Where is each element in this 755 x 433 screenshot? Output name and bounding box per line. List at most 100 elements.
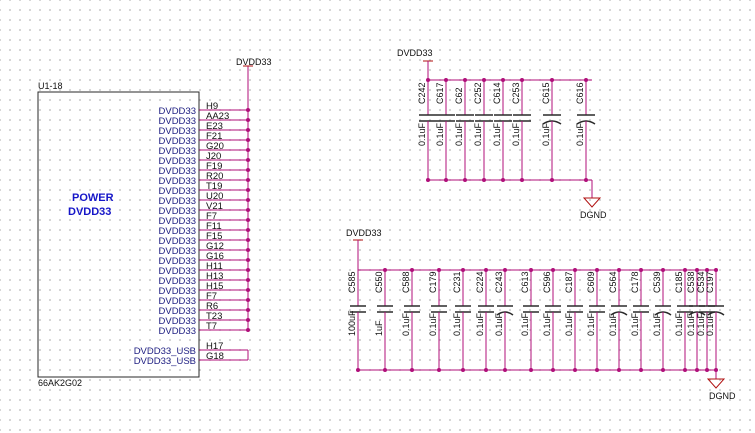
junction-dot <box>573 368 577 372</box>
junction-dot <box>695 368 699 372</box>
junction-dot <box>482 78 486 82</box>
junction-dot <box>501 178 505 182</box>
g1-capacitor[interactable]: C616 0.1uF <box>575 78 596 182</box>
g1-capacitor[interactable]: C242 0.1uF <box>417 78 437 182</box>
junction-dot <box>584 178 588 182</box>
junction-dot <box>695 268 699 272</box>
g2-capacitor[interactable]: C178 0.1uF <box>630 268 649 372</box>
junction-dot <box>617 368 621 372</box>
cap-ref: C243 <box>494 271 504 293</box>
cap-value: 0.1uF <box>674 312 684 336</box>
cap-ref: C231 <box>452 271 462 293</box>
junction-dot <box>383 368 387 372</box>
g2-capacitor[interactable]: C187 0.1uF <box>564 268 583 372</box>
junction-dot <box>683 268 687 272</box>
junction-dot <box>639 268 643 272</box>
junction-dot <box>426 178 430 182</box>
g1-capacitor[interactable]: C615 0.1uF <box>541 78 562 182</box>
junction-dot <box>484 268 488 272</box>
cap-ref: C62 <box>454 87 464 104</box>
g2-capacitor[interactable]: C224 0.1uF <box>475 268 494 372</box>
g2-ground-symbol <box>706 378 726 389</box>
cap-value: 0.1uF <box>575 122 585 146</box>
g1-power-net-label: DVDD33 <box>397 48 433 58</box>
u1-usb-pin-name: DVDD33_USB <box>134 356 196 367</box>
u1-power-net-label: DVDD33 <box>236 57 272 67</box>
g1-capacitor[interactable]: C253 0.1uF <box>511 78 531 182</box>
junction-dot <box>437 368 441 372</box>
cap-ref: C185 <box>674 271 684 293</box>
junction-dot <box>410 268 414 272</box>
cap-value: 0.1uF <box>542 312 552 336</box>
junction-dot <box>461 268 465 272</box>
junction-dot <box>551 368 555 372</box>
cap-value: 0.1uF <box>492 122 502 146</box>
cap-ref: C564 <box>608 271 618 293</box>
g2-capacitor[interactable]: C243 0.1uF <box>494 268 514 372</box>
cap-group-1: DVDD33 DGND C2420.1uFC6170.1uFC620.1uFC2… <box>397 48 607 220</box>
cap-value: 0.1uF <box>494 312 504 336</box>
junction-dot <box>550 178 554 182</box>
junction-dot <box>503 268 507 272</box>
g2-capacitor[interactable]: C231 0.1uF <box>452 268 471 372</box>
cap-value: 0.1uF <box>630 312 640 336</box>
g2-capacitor[interactable]: C539 0.1uF <box>652 268 672 372</box>
cap-ref: C550 <box>374 271 384 293</box>
g2-ground-label: DGND <box>709 391 736 401</box>
g2-capacitor[interactable]: C585 100uF <box>347 270 366 372</box>
g2-capacitor[interactable]: C550 1uF <box>374 268 393 372</box>
u1-ref: U1-18 <box>38 81 63 91</box>
g2-capacitor[interactable]: C197 0.1uF <box>705 268 725 372</box>
g1-ground-label: DGND <box>580 210 607 220</box>
g1-capacitor[interactable]: C252 0.1uF <box>473 78 493 182</box>
g2-capacitor[interactable]: C179 0.1uF <box>428 268 447 372</box>
junction-dot <box>573 268 577 272</box>
junction-dot <box>595 368 599 372</box>
cap-value: 0.1uF <box>475 312 485 336</box>
g2-capacitor[interactable]: C596 0.1uF <box>542 268 561 372</box>
junction-dot <box>661 368 665 372</box>
junction-dot <box>661 268 665 272</box>
junction-dot <box>437 268 441 272</box>
cap-ref: C616 <box>575 82 585 104</box>
g2-power-net-label: DVDD33 <box>346 228 382 238</box>
cap-ref: C615 <box>541 82 551 104</box>
cap-ref: C224 <box>475 271 485 293</box>
g2-capacitor[interactable]: C609 0.1uF <box>586 268 605 372</box>
junction-dot <box>584 78 588 82</box>
cap-value: 0.1uF <box>705 312 715 336</box>
u1-pin-group: DVDD33 H9DVDD33 AA23DVDD33 E23DVDD33 F21DVDD… <box>134 101 250 367</box>
cap-value: 0.1uF <box>454 122 464 146</box>
cap-value: 0.1uF <box>435 122 445 146</box>
cap-value: 0.1uF <box>586 312 596 336</box>
cap-value: 0.1uF <box>520 312 530 336</box>
cap-value: 0.1uF <box>473 122 483 146</box>
g2-capacitor[interactable]: C588 0.1uF <box>401 268 420 372</box>
junction-dot <box>444 78 448 82</box>
junction-dot <box>529 368 533 372</box>
cap-ref: C197 <box>705 271 715 293</box>
cap-value: 0.1uF <box>401 312 411 336</box>
g1-capacitor[interactable]: C614 0.1uF <box>492 78 512 182</box>
junction-dot <box>705 368 709 372</box>
junction-dot <box>551 268 555 272</box>
schematic-canvas: U1-18 66AK2G02 POWER DVDD33 DVDD33 H9DVDD… <box>37 48 736 401</box>
junction-dot <box>461 368 465 372</box>
junction-dot <box>520 78 524 82</box>
g2-capacitor[interactable]: C564 0.1uF <box>608 268 628 372</box>
junction-dot <box>463 178 467 182</box>
cap-ref: C179 <box>428 271 438 293</box>
u1-title-line1: POWER <box>72 192 114 204</box>
g2-capacitor[interactable]: C613 0.1uF <box>520 268 539 372</box>
g1-capacitor[interactable]: C62 0.1uF <box>454 78 474 182</box>
junction-dot <box>714 268 718 272</box>
cap-ref: C588 <box>401 271 411 293</box>
cap-ref: C253 <box>511 82 521 104</box>
cap-value: 0.1uF <box>686 312 696 336</box>
junction-dot <box>463 78 467 82</box>
u1-part: 66AK2G02 <box>38 378 82 388</box>
cap-value: 0.1uF <box>564 312 574 336</box>
g1-capacitor[interactable]: C617 0.1uF <box>435 78 455 182</box>
cap-value: 0.1uF <box>417 122 427 146</box>
cap-ref: C609 <box>586 271 596 293</box>
